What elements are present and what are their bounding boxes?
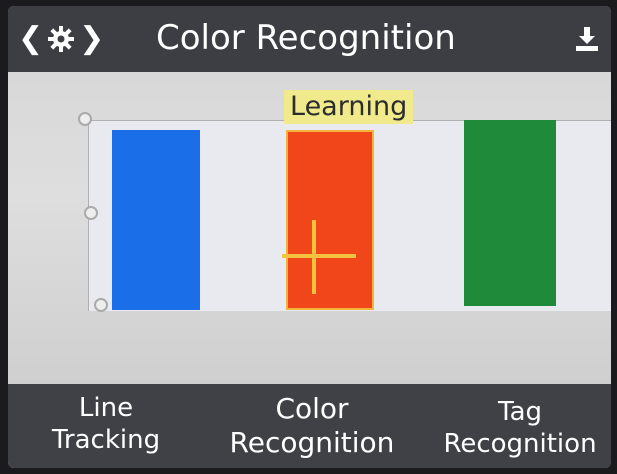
blue-color-bar — [112, 130, 200, 310]
mode-label-line1: Tag — [497, 397, 542, 427]
device-screen: ❮ ❯ Color Recognition Learning Line Trac… — [8, 6, 611, 468]
chevron-left-icon[interactable]: ❮ — [18, 24, 43, 54]
mode-bar: Line Tracking Color Recognition Tag Reco… — [8, 384, 611, 468]
frame-handle — [94, 298, 108, 312]
mode-label-line2: Recognition — [229, 426, 395, 459]
chevron-right-icon[interactable]: ❯ — [79, 24, 104, 54]
page-title: Color Recognition — [156, 18, 456, 58]
mode-tag-recognition[interactable]: Tag Recognition — [420, 396, 611, 460]
camera-view: Learning — [8, 72, 611, 384]
frame-handle — [78, 112, 92, 126]
mode-label-line2: Tracking — [51, 425, 161, 455]
crosshair-vertical — [312, 220, 316, 294]
frame-handle — [84, 206, 98, 220]
function-switcher[interactable]: ❮ ❯ — [18, 24, 104, 54]
learning-label: Learning — [284, 90, 414, 124]
mode-label-line1: Line — [78, 393, 134, 423]
red-color-bar — [286, 130, 374, 310]
crosshair-horizontal — [282, 254, 356, 258]
mode-label-line1: Color — [275, 392, 349, 425]
mode-color-recognition[interactable]: Color Recognition — [212, 392, 412, 460]
download-icon[interactable] — [575, 26, 599, 52]
top-bar: ❮ ❯ Color Recognition — [8, 6, 611, 72]
mode-line-tracking[interactable]: Line Tracking — [46, 392, 166, 456]
gear-icon[interactable] — [47, 25, 75, 53]
mode-label-line2: Recognition — [443, 429, 597, 459]
green-color-bar — [464, 120, 556, 306]
